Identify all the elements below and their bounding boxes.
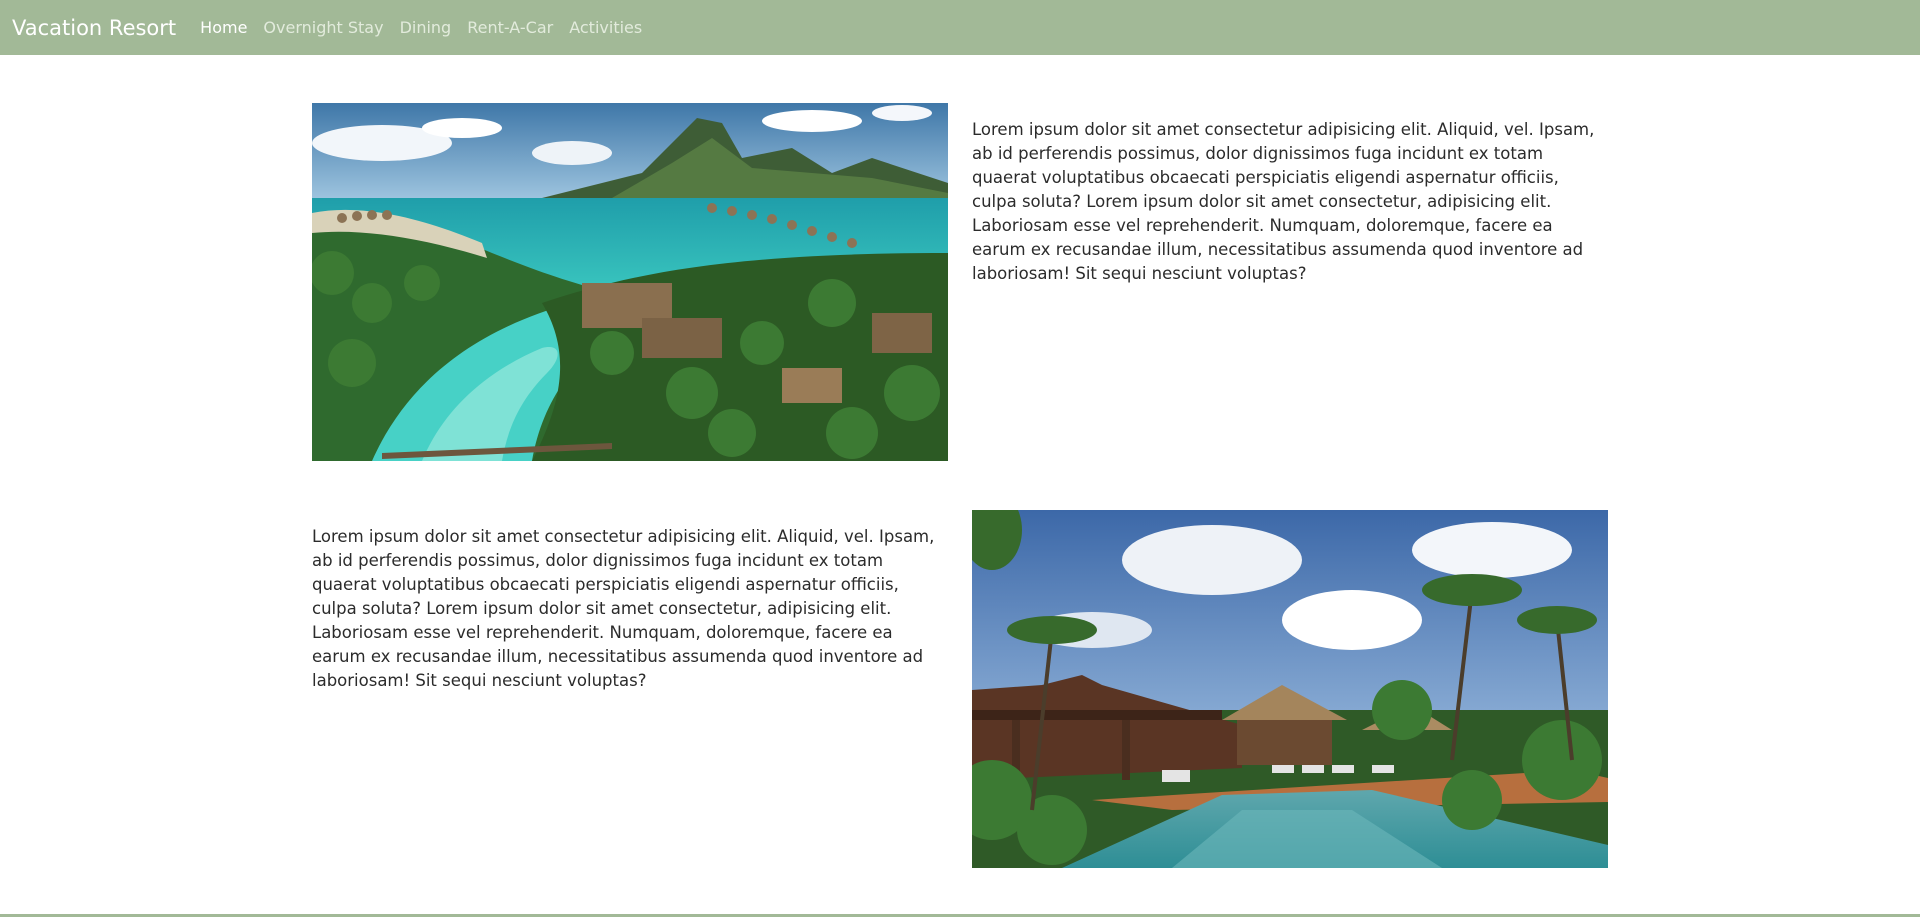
nav-link-activities[interactable]: Activities xyxy=(569,18,642,37)
nav-link-dining[interactable]: Dining xyxy=(400,18,452,37)
intro-paragraph-1: Lorem ipsum dolor sit amet consectetur a… xyxy=(972,120,1595,283)
lagoon-aerial-photo xyxy=(312,103,948,461)
resort-pool-photo xyxy=(972,510,1608,868)
nav-link-overnight-stay[interactable]: Overnight Stay xyxy=(263,18,383,37)
top-navbar: Vacation Resort Home Overnight Stay Dini… xyxy=(0,0,1920,55)
nav-link-home[interactable]: Home xyxy=(200,18,247,37)
intro-paragraph-2: Lorem ipsum dolor sit amet consectetur a… xyxy=(312,527,935,690)
brand-logo-link[interactable]: Vacation Resort xyxy=(12,16,176,40)
nav-link-rent-a-car[interactable]: Rent-A-Car xyxy=(467,18,553,37)
